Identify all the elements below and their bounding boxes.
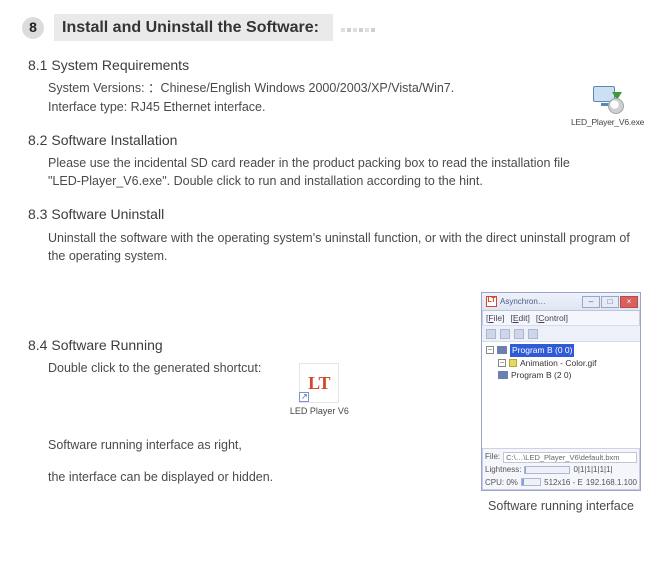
status-cpu-row: CPU: 0% 512x16 - E 192.168.1.100 [485, 477, 637, 489]
app-toolbar [482, 326, 640, 342]
status-lightness-row: Lightness: 0|1|1|1|1|1| [485, 464, 637, 476]
program-tree: – Program B (0 0) – Animation - Color.gi… [482, 342, 640, 448]
running-description: Software running interface as right, the… [28, 436, 458, 486]
menu-control[interactable]: [Control] [536, 312, 568, 324]
section-header: 8 Install and Uninstall the Software: [22, 14, 641, 41]
shortcut-row: Double click to the generated shortcut: … [28, 359, 458, 418]
tree-expand-icon[interactable]: – [486, 346, 494, 354]
tree-row-root[interactable]: – Program B (0 0) [486, 344, 638, 356]
subsection-title: 8.3 Software Uninstall [28, 204, 641, 224]
tree-row-item[interactable]: – Animation - Color.gif [486, 357, 638, 369]
tree-expand-icon[interactable]: – [498, 359, 506, 367]
lightness-bar [524, 466, 570, 474]
section-8-3: 8.3 Software Uninstall Uninstall the sof… [28, 204, 641, 265]
shortcut-overlay-arrow-icon: ↗ [299, 392, 309, 402]
status-lightness-label: Lightness: [485, 464, 521, 476]
body-text: Interface type: RJ45 Ethernet interface. [48, 98, 631, 116]
toolbar-icon[interactable] [514, 329, 524, 339]
program-node-icon [497, 346, 507, 354]
body-text: Software running interface as right, [48, 436, 448, 454]
animation-file-icon [509, 359, 517, 367]
section-8-4: 8.4 Software Running Double click to the… [28, 335, 458, 487]
figure-caption: Software running interface [481, 497, 641, 515]
tree-node-selected: Program B (0 0) [510, 344, 574, 356]
status-lightness-scale: 0|1|1|1|1|1| [573, 464, 612, 476]
section-number-badge: 8 [22, 17, 44, 39]
body-text: System Versions: ：Chinese/English Window… [48, 79, 631, 97]
body-text: the interface can be displayed or hidden… [48, 468, 448, 486]
toolbar-icon[interactable] [486, 329, 496, 339]
app-menubar: [File] [Edit] [Control] [482, 311, 640, 326]
app-screenshot-column: LT Asynchron… – □ × [File] [Edit] [Contr… [481, 292, 641, 515]
cpu-bar [521, 478, 541, 486]
shortcut-icon: LT ↗ LED Player V6 [285, 359, 353, 418]
section-title: Install and Uninstall the Software: [54, 14, 333, 41]
installer-file: LED_Player_V6.exe [571, 86, 643, 128]
tree-node-label: Program B (2 0) [511, 369, 571, 381]
installer-label: LED_Player_V6.exe [571, 116, 643, 128]
status-file-row: File: C:\…\LED_Player_V6\default.bxm [485, 451, 637, 463]
section-8-1: 8.1 System Requirements System Versions:… [28, 55, 641, 116]
app-window-title: Asynchron… [500, 296, 581, 308]
subsection-title: 8.4 Software Running [28, 335, 458, 355]
status-size: 512x16 - E [544, 477, 583, 489]
toolbar-icon[interactable] [528, 329, 538, 339]
section-title-wrap: Install and Uninstall the Software: [54, 14, 375, 41]
status-file-path: C:\…\LED_Player_V6\default.bxm [503, 452, 637, 463]
tree-row-item[interactable]: Program B (2 0) [486, 369, 638, 381]
status-cpu-label: CPU: 0% [485, 477, 518, 489]
toolbar-icon[interactable] [500, 329, 510, 339]
program-node-icon [498, 371, 508, 379]
menu-edit[interactable]: [Edit] [510, 312, 529, 324]
tree-node-label: Animation - Color.gif [520, 357, 597, 369]
app-window: LT Asynchron… – □ × [File] [Edit] [Contr… [481, 292, 641, 491]
app-statusbar: File: C:\…\LED_Player_V6\default.bxm Lig… [482, 448, 640, 490]
subsection-title: 8.1 System Requirements [28, 55, 641, 75]
app-titlebar: LT Asynchron… – □ × [482, 293, 640, 311]
status-file-label: File: [485, 451, 500, 463]
body-text: Please use the incidental SD card reader… [48, 154, 600, 190]
minimize-button[interactable]: – [582, 296, 600, 308]
status-ip: 192.168.1.100 [586, 477, 637, 489]
section-8-2: 8.2 Software Installation Please use the… [28, 130, 641, 191]
maximize-button[interactable]: □ [601, 296, 619, 308]
shortcut-label: LED Player V6 [285, 405, 353, 418]
subsection-title: 8.2 Software Installation [28, 130, 641, 150]
body-text: Double click to the generated shortcut: [48, 359, 261, 377]
app-logo-icon: LT [486, 296, 497, 307]
close-button[interactable]: × [620, 296, 638, 308]
menu-file[interactable]: [File] [486, 312, 504, 324]
disc-icon [608, 98, 624, 114]
decorative-dots [341, 28, 375, 32]
installer-icon [590, 86, 624, 114]
body-text: Uninstall the software with the operatin… [48, 229, 631, 265]
